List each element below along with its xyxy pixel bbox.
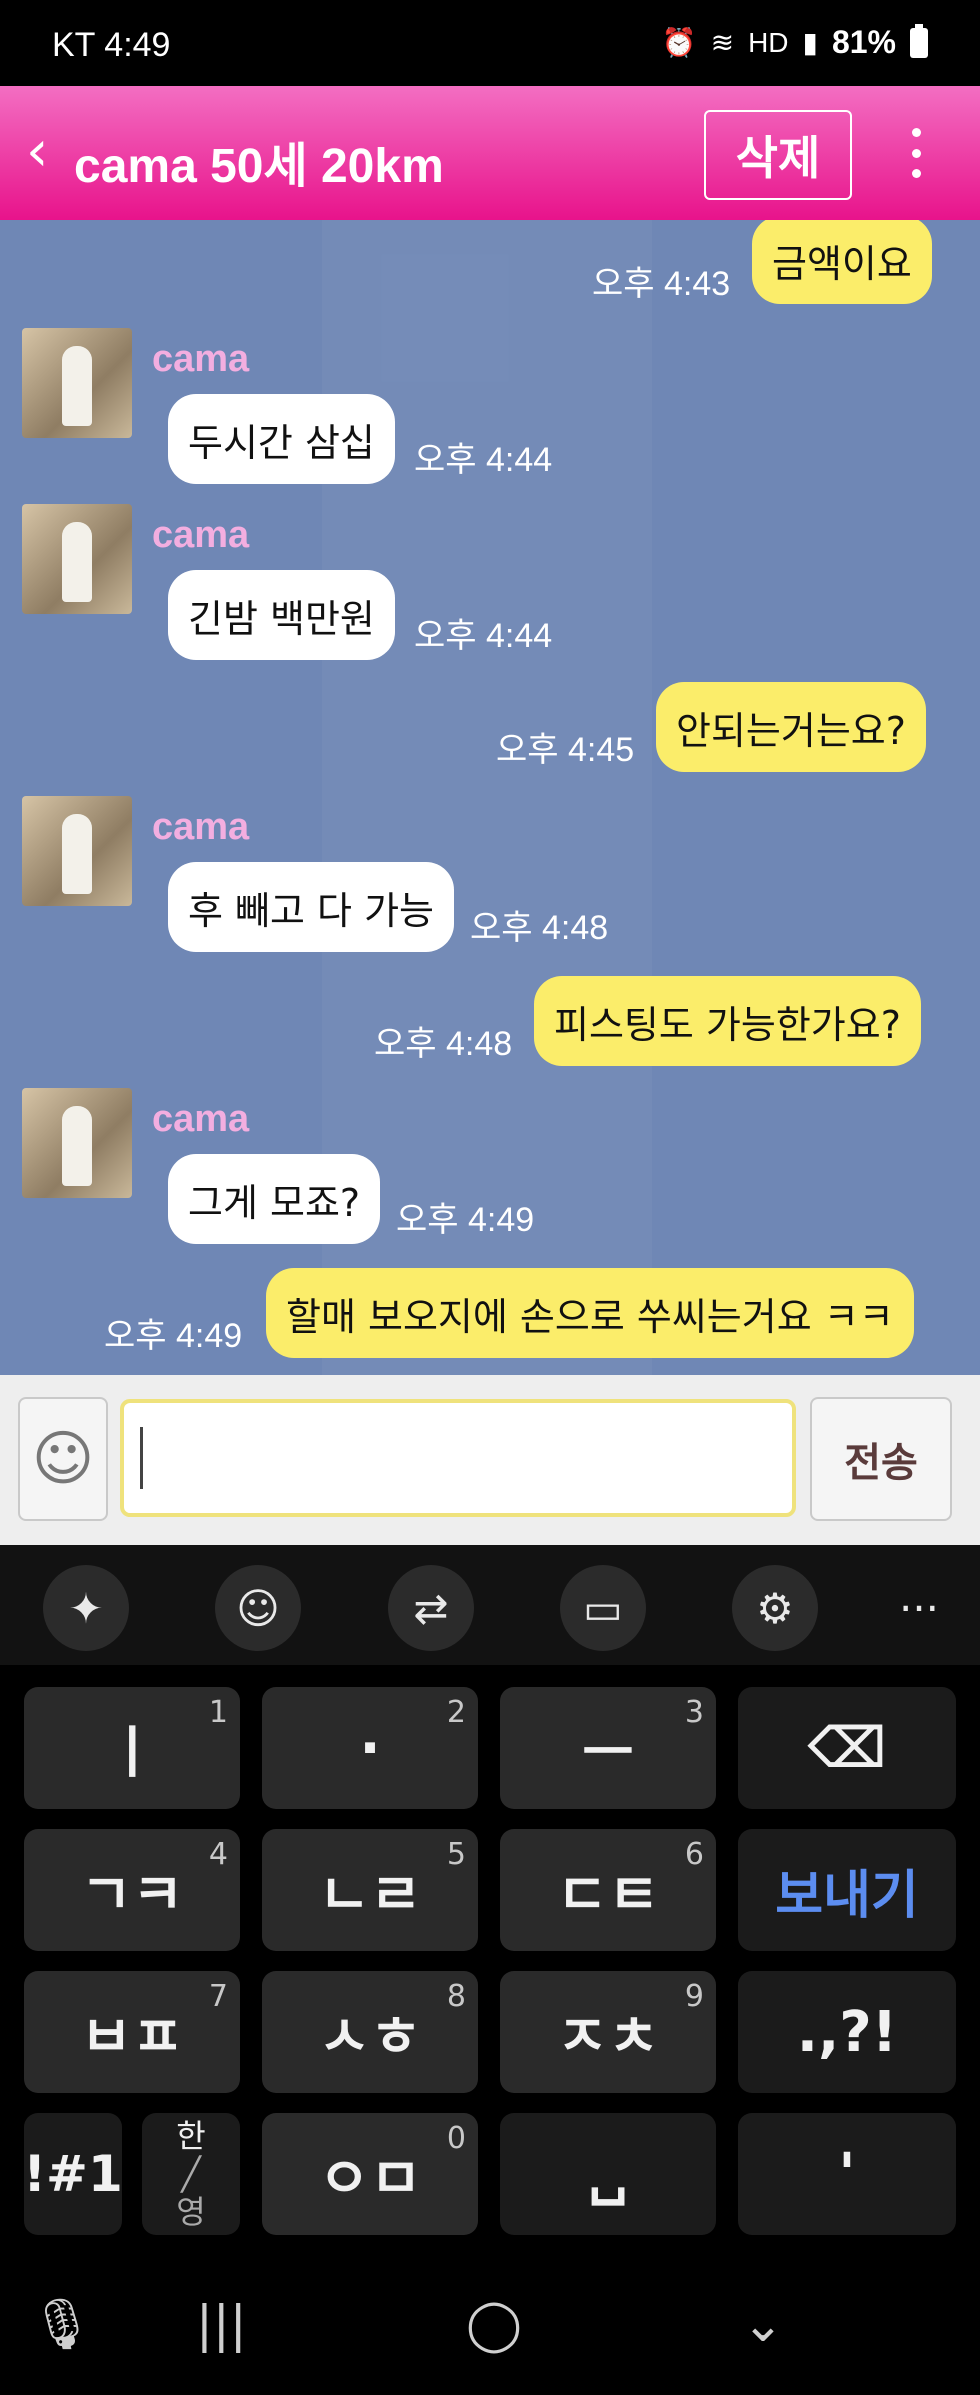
- battery-percent: 81%: [831, 24, 896, 60]
- chat-header: ‹ cama 50세 20km 삭제: [0, 86, 980, 220]
- carrier-time: KT 4:49: [52, 26, 171, 64]
- hd-icon: HD: [748, 26, 789, 58]
- avatar[interactable]: [22, 1088, 132, 1198]
- chevron-left-icon[interactable]: ‹: [26, 124, 48, 180]
- chat-title: cama 50세 20km: [74, 140, 444, 193]
- space-key[interactable]: ␣: [500, 2113, 716, 2235]
- message-bubble-in[interactable]: 후 빼고 다 가능: [168, 862, 454, 952]
- key-digeut[interactable]: ㄷㅌ 6: [500, 1829, 716, 1951]
- settings-icon[interactable]: ⚙: [732, 1565, 818, 1651]
- message-time: 오후 4:48: [470, 909, 609, 947]
- clipboard-icon[interactable]: ▭: [560, 1565, 646, 1651]
- key-nieun[interactable]: ㄴㄹ 5: [262, 1829, 478, 1951]
- home-icon[interactable]: ◯: [466, 2295, 522, 2353]
- send-key[interactable]: 보내기: [738, 1829, 956, 1951]
- emoji-icon[interactable]: ☺: [215, 1565, 301, 1651]
- wifi-icon: ≋: [710, 27, 735, 58]
- message-time: 오후 4:44: [414, 617, 553, 655]
- smiley-icon[interactable]: ☺: [18, 1397, 108, 1521]
- key-symbols[interactable]: !#1: [23, 2113, 123, 2235]
- kebab-menu-icon[interactable]: [906, 128, 926, 178]
- battery-icon: [910, 23, 928, 58]
- recents-icon[interactable]: |||: [196, 2295, 247, 2353]
- message-time: 오후 4:49: [396, 1201, 535, 1239]
- message-time: 오후 4:48: [374, 1025, 513, 1063]
- status-bar: KT 4:49 ⏰ ≋ HD ▮ 81%: [0, 0, 980, 86]
- sender-name: cama: [152, 514, 250, 556]
- avatar[interactable]: [22, 328, 132, 438]
- keyboard: ㅣ1 · 2 ㅡ3 ⌫ ㄱㅋ 4 ㄴㄹ 5 ㄷㅌ 6 보내기 ㅂㅍ 7 ㅅㅎ 8 ㅈㅊ 9 .…: [0, 1665, 980, 2265]
- backspace-icon[interactable]: ⌫: [738, 1687, 956, 1809]
- message-bubble-out[interactable]: 안되는거는요?: [656, 682, 926, 772]
- key-dot[interactable]: · 2: [262, 1687, 478, 1809]
- sender-name: cama: [152, 806, 250, 848]
- message-time: 오후 4:44: [414, 441, 553, 479]
- mic-icon[interactable]: 🎙: [30, 2295, 93, 2354]
- message-input[interactable]: [120, 1399, 796, 1517]
- key-giyeok[interactable]: ㄱㅋ 4: [24, 1829, 240, 1951]
- key-apostrophe[interactable]: ': [738, 2113, 956, 2235]
- message-time: 오후 4:49: [104, 1317, 243, 1355]
- key-punctuation[interactable]: .,?!: [738, 1971, 956, 2093]
- hide-keyboard-icon[interactable]: ⌄: [742, 2295, 784, 2353]
- key-ieung[interactable]: ㅇㅁ 0: [262, 2113, 478, 2235]
- message-bubble-out[interactable]: 금액이요: [752, 220, 932, 304]
- status-icons: ⏰ ≋ HD ▮ 81%: [661, 23, 928, 61]
- message-time: 오후 4:43: [592, 265, 731, 303]
- message-bubble-in[interactable]: 두시간 삼십: [168, 394, 395, 484]
- translate-icon[interactable]: ⇄: [388, 1565, 474, 1651]
- navigation-bar: 🎙 ||| ◯ ⌄: [0, 2265, 980, 2395]
- text-caret: [140, 1427, 143, 1489]
- avatar[interactable]: [22, 796, 132, 906]
- message-input-bar: ☺ 전송: [0, 1375, 980, 1545]
- message-bubble-in[interactable]: 그게 모죠?: [168, 1154, 381, 1244]
- delete-button[interactable]: 삭제: [704, 110, 852, 200]
- sparkle-icon[interactable]: ✦: [43, 1565, 129, 1651]
- message-bubble-in[interactable]: 긴밤 백만원: [168, 570, 395, 660]
- send-button[interactable]: 전송: [810, 1397, 952, 1521]
- message-bubble-out[interactable]: 피스팅도 가능한가요?: [534, 976, 921, 1066]
- key-bieup[interactable]: ㅂㅍ 7: [24, 1971, 240, 2093]
- sender-name: cama: [152, 338, 250, 380]
- key-eu[interactable]: ㅡ3: [500, 1687, 716, 1809]
- key-jieut[interactable]: ㅈㅊ 9: [500, 1971, 716, 2093]
- message-time: 오후 4:45: [496, 731, 635, 769]
- more-icon[interactable]: ···: [876, 1565, 962, 1651]
- message-bubble-out[interactable]: 할매 보오지에 손으로 쑤씨는거요 ㅋㅋ: [266, 1268, 914, 1358]
- keyboard-toolbar: ✦ ☺ ⇄ ▭ ⚙ ···: [0, 1545, 980, 1665]
- key-siot[interactable]: ㅅㅎ 8: [262, 1971, 478, 2093]
- sender-name: cama: [152, 1098, 250, 1140]
- signal-icon: ▮: [802, 27, 818, 58]
- key-language-toggle[interactable]: 한 ╱ 영: [142, 2113, 240, 2235]
- key-i[interactable]: ㅣ1: [24, 1687, 240, 1809]
- alarm-icon: ⏰: [661, 27, 697, 58]
- chat-area[interactable]: 오후 4:43 금액이요 cama 두시간 삼십 오후 4:44 cama 긴밤…: [0, 220, 980, 1375]
- avatar[interactable]: [22, 504, 132, 614]
